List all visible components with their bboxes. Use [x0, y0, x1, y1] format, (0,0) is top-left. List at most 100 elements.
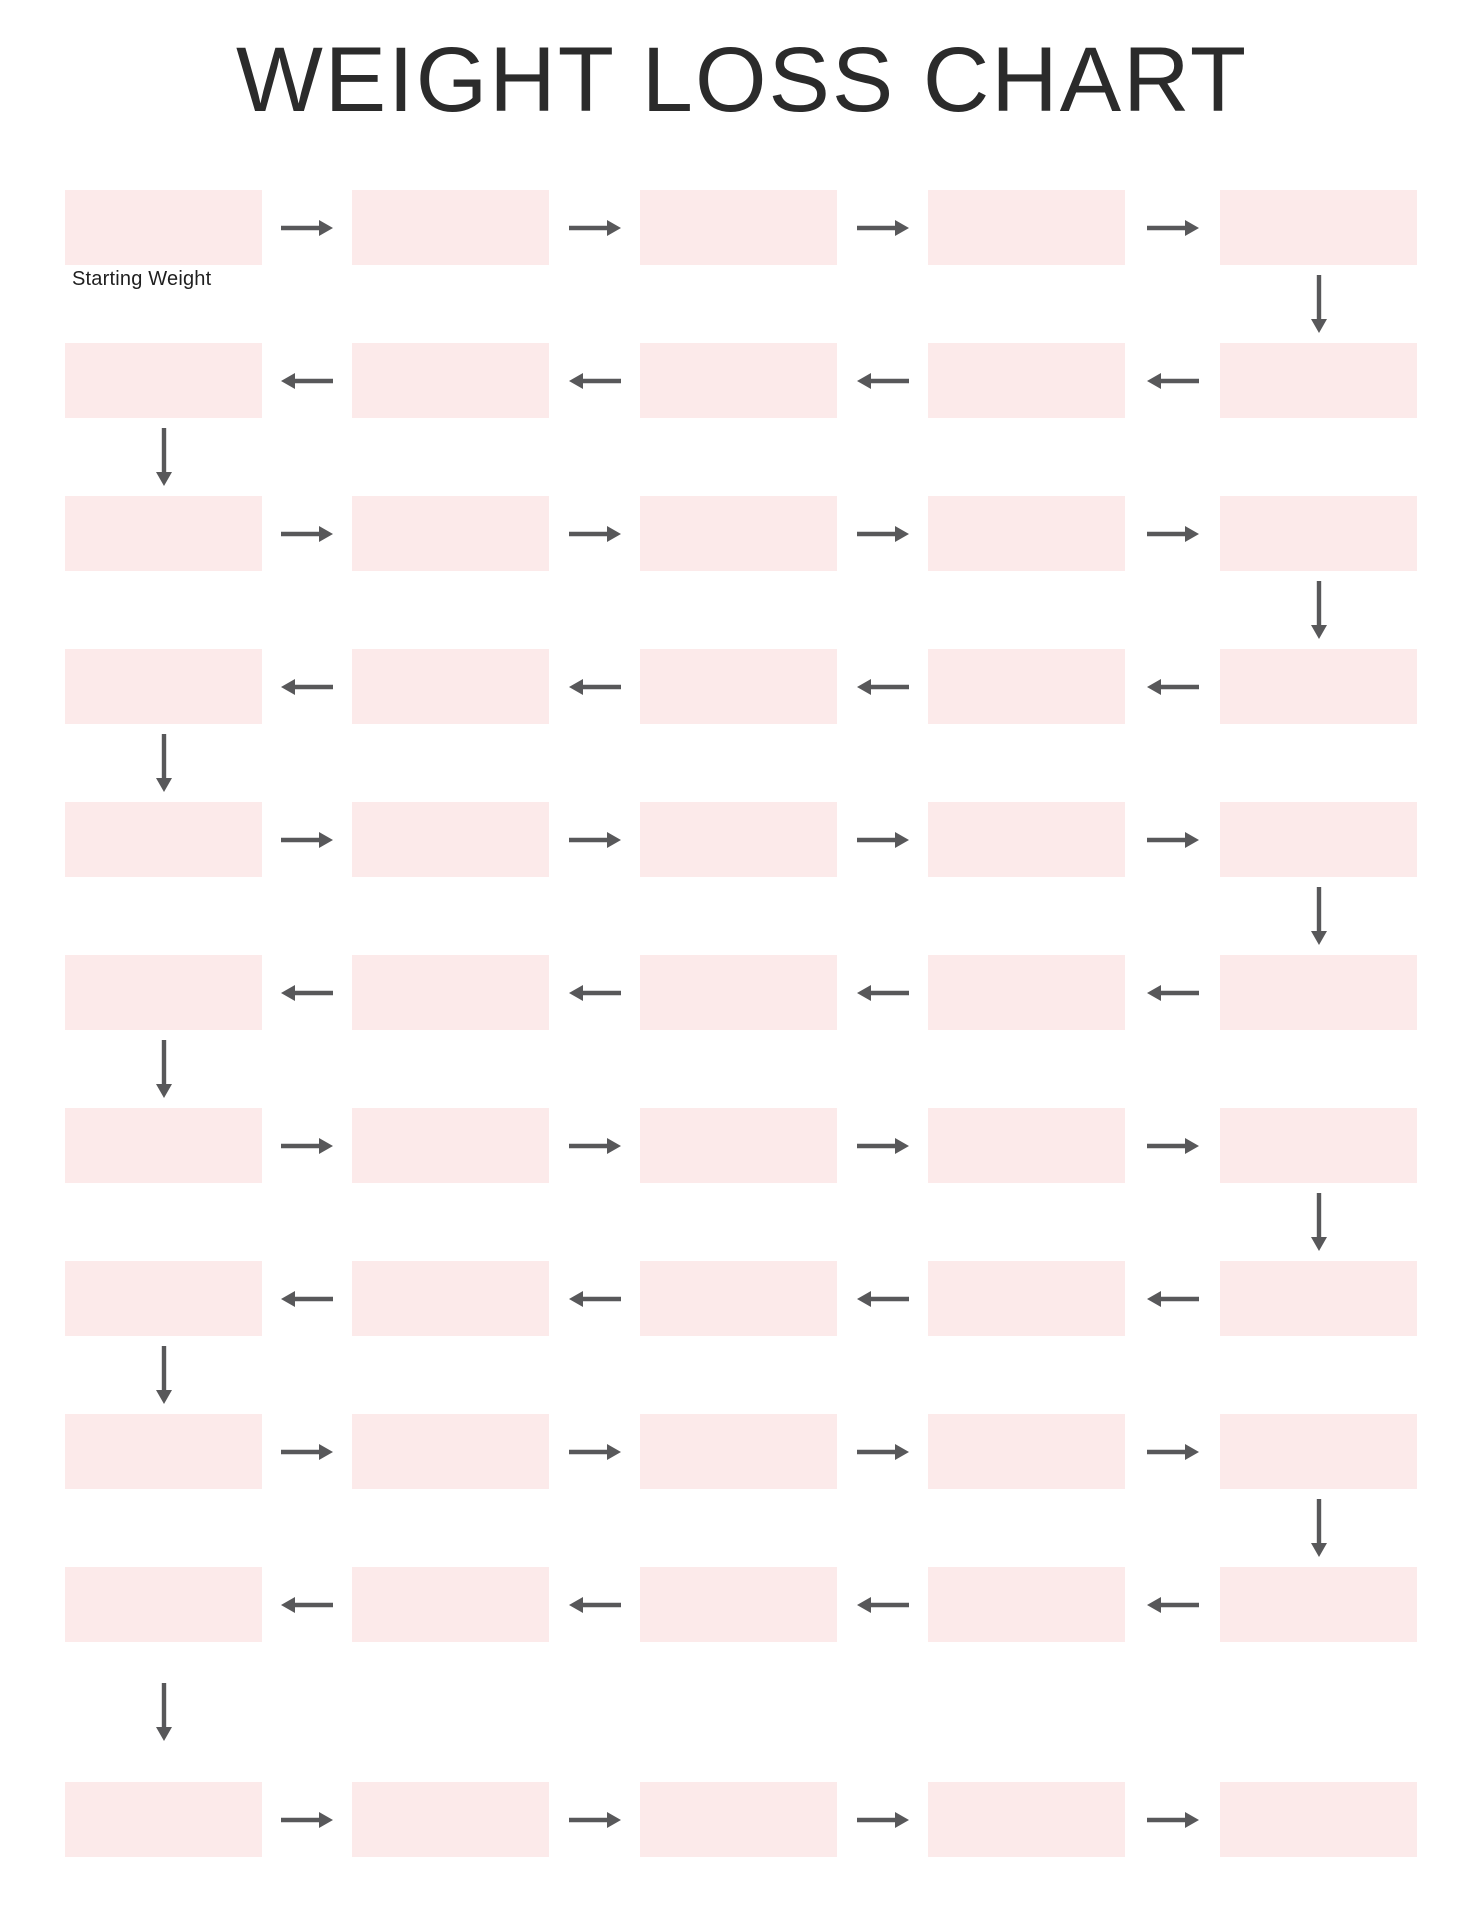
arrow-right-icon: [856, 1440, 909, 1464]
weight-entry-box[interactable]: [352, 1567, 549, 1642]
arrow-left-icon: [281, 369, 333, 393]
weight-entry-box[interactable]: [640, 649, 837, 724]
weight-entry-box[interactable]: [928, 1567, 1125, 1642]
weight-entry-box[interactable]: [928, 343, 1125, 418]
weight-entry-box[interactable]: [352, 1261, 549, 1336]
weight-entry-box[interactable]: [928, 1108, 1125, 1183]
weight-entry-box[interactable]: [1220, 1261, 1417, 1336]
arrow-left-icon: [856, 981, 909, 1005]
arrow-right-icon: [281, 1134, 333, 1158]
weight-entry-box[interactable]: [640, 190, 837, 265]
arrow-left-icon: [568, 369, 621, 393]
arrow-down-icon: [1307, 581, 1331, 639]
weight-entry-box[interactable]: [352, 1414, 549, 1489]
weight-entry-box[interactable]: [352, 496, 549, 571]
weight-entry-box[interactable]: [352, 1782, 549, 1857]
weight-entry-box[interactable]: [65, 496, 262, 571]
weight-entry-box[interactable]: [640, 1108, 837, 1183]
arrow-right-icon: [568, 828, 621, 852]
arrow-left-icon: [856, 369, 909, 393]
arrow-left-icon: [281, 981, 333, 1005]
weight-entry-box[interactable]: [1220, 1567, 1417, 1642]
weight-entry-box[interactable]: [352, 802, 549, 877]
weight-entry-box[interactable]: [1220, 802, 1417, 877]
arrow-left-icon: [1146, 1287, 1199, 1311]
arrow-right-icon: [856, 828, 909, 852]
weight-entry-box[interactable]: [640, 802, 837, 877]
arrow-right-icon: [281, 216, 333, 240]
weight-box-grid: [0, 0, 1484, 1920]
weight-entry-box[interactable]: [1220, 955, 1417, 1030]
weight-entry-box[interactable]: [352, 1108, 549, 1183]
arrow-right-icon: [1146, 828, 1199, 852]
arrow-right-icon: [568, 1134, 621, 1158]
weight-entry-box[interactable]: [928, 190, 1125, 265]
weight-entry-box[interactable]: [65, 190, 262, 265]
weight-entry-box[interactable]: [65, 1261, 262, 1336]
arrow-left-icon: [568, 981, 621, 1005]
arrow-left-icon: [1146, 675, 1199, 699]
arrow-right-icon: [856, 216, 909, 240]
weight-entry-box[interactable]: [352, 955, 549, 1030]
arrow-left-icon: [856, 1287, 909, 1311]
arrow-left-icon: [1146, 369, 1199, 393]
arrow-left-icon: [281, 1287, 333, 1311]
weight-entry-box[interactable]: [1220, 1782, 1417, 1857]
arrow-right-icon: [1146, 522, 1199, 546]
weight-entry-box[interactable]: [928, 1782, 1125, 1857]
arrow-left-icon: [1146, 981, 1199, 1005]
arrow-right-icon: [281, 1808, 333, 1832]
weight-entry-box[interactable]: [65, 1782, 262, 1857]
arrow-down-icon: [1307, 1193, 1331, 1251]
weight-entry-box[interactable]: [928, 649, 1125, 724]
weight-entry-box[interactable]: [65, 343, 262, 418]
arrow-right-icon: [568, 216, 621, 240]
weight-entry-box[interactable]: [65, 1414, 262, 1489]
arrow-left-icon: [856, 1593, 909, 1617]
weight-entry-box[interactable]: [640, 1782, 837, 1857]
arrow-right-icon: [856, 1134, 909, 1158]
arrow-right-icon: [1146, 1440, 1199, 1464]
weight-entry-box[interactable]: [928, 496, 1125, 571]
weight-entry-box[interactable]: [1220, 496, 1417, 571]
arrow-right-icon: [281, 1440, 333, 1464]
weight-entry-box[interactable]: [640, 343, 837, 418]
weight-entry-box[interactable]: [65, 802, 262, 877]
arrow-down-icon: [152, 734, 176, 792]
weight-entry-box[interactable]: [1220, 649, 1417, 724]
weight-entry-box[interactable]: [1220, 190, 1417, 265]
weight-entry-box[interactable]: [1220, 1108, 1417, 1183]
weight-entry-box[interactable]: [65, 955, 262, 1030]
arrow-down-icon: [152, 428, 176, 486]
arrow-down-icon: [1307, 887, 1331, 945]
weight-entry-box[interactable]: [640, 1567, 837, 1642]
arrow-left-icon: [1146, 1593, 1199, 1617]
arrow-left-icon: [281, 675, 333, 699]
weight-entry-box[interactable]: [352, 343, 549, 418]
weight-entry-box[interactable]: [640, 496, 837, 571]
weight-loss-chart-page: WEIGHT LOSS CHART Starting Weight: [0, 0, 1484, 1920]
weight-entry-box[interactable]: [640, 1261, 837, 1336]
weight-entry-box[interactable]: [1220, 1414, 1417, 1489]
weight-entry-box[interactable]: [640, 955, 837, 1030]
weight-entry-box[interactable]: [352, 649, 549, 724]
arrow-right-icon: [281, 522, 333, 546]
arrow-left-icon: [568, 675, 621, 699]
weight-entry-box[interactable]: [352, 190, 549, 265]
arrow-left-icon: [281, 1593, 333, 1617]
weight-entry-box[interactable]: [65, 1108, 262, 1183]
arrow-right-icon: [1146, 1808, 1199, 1832]
arrow-right-icon: [281, 828, 333, 852]
weight-entry-box[interactable]: [928, 955, 1125, 1030]
weight-entry-box[interactable]: [928, 1261, 1125, 1336]
starting-weight-label: Starting Weight: [72, 268, 212, 290]
weight-entry-box[interactable]: [928, 802, 1125, 877]
arrow-down-icon: [1307, 275, 1331, 333]
weight-entry-box[interactable]: [65, 649, 262, 724]
weight-entry-box[interactable]: [1220, 343, 1417, 418]
weight-entry-box[interactable]: [640, 1414, 837, 1489]
weight-entry-box[interactable]: [65, 1567, 262, 1642]
arrow-down-icon: [152, 1346, 176, 1404]
weight-entry-box[interactable]: [928, 1414, 1125, 1489]
arrow-right-icon: [1146, 216, 1199, 240]
